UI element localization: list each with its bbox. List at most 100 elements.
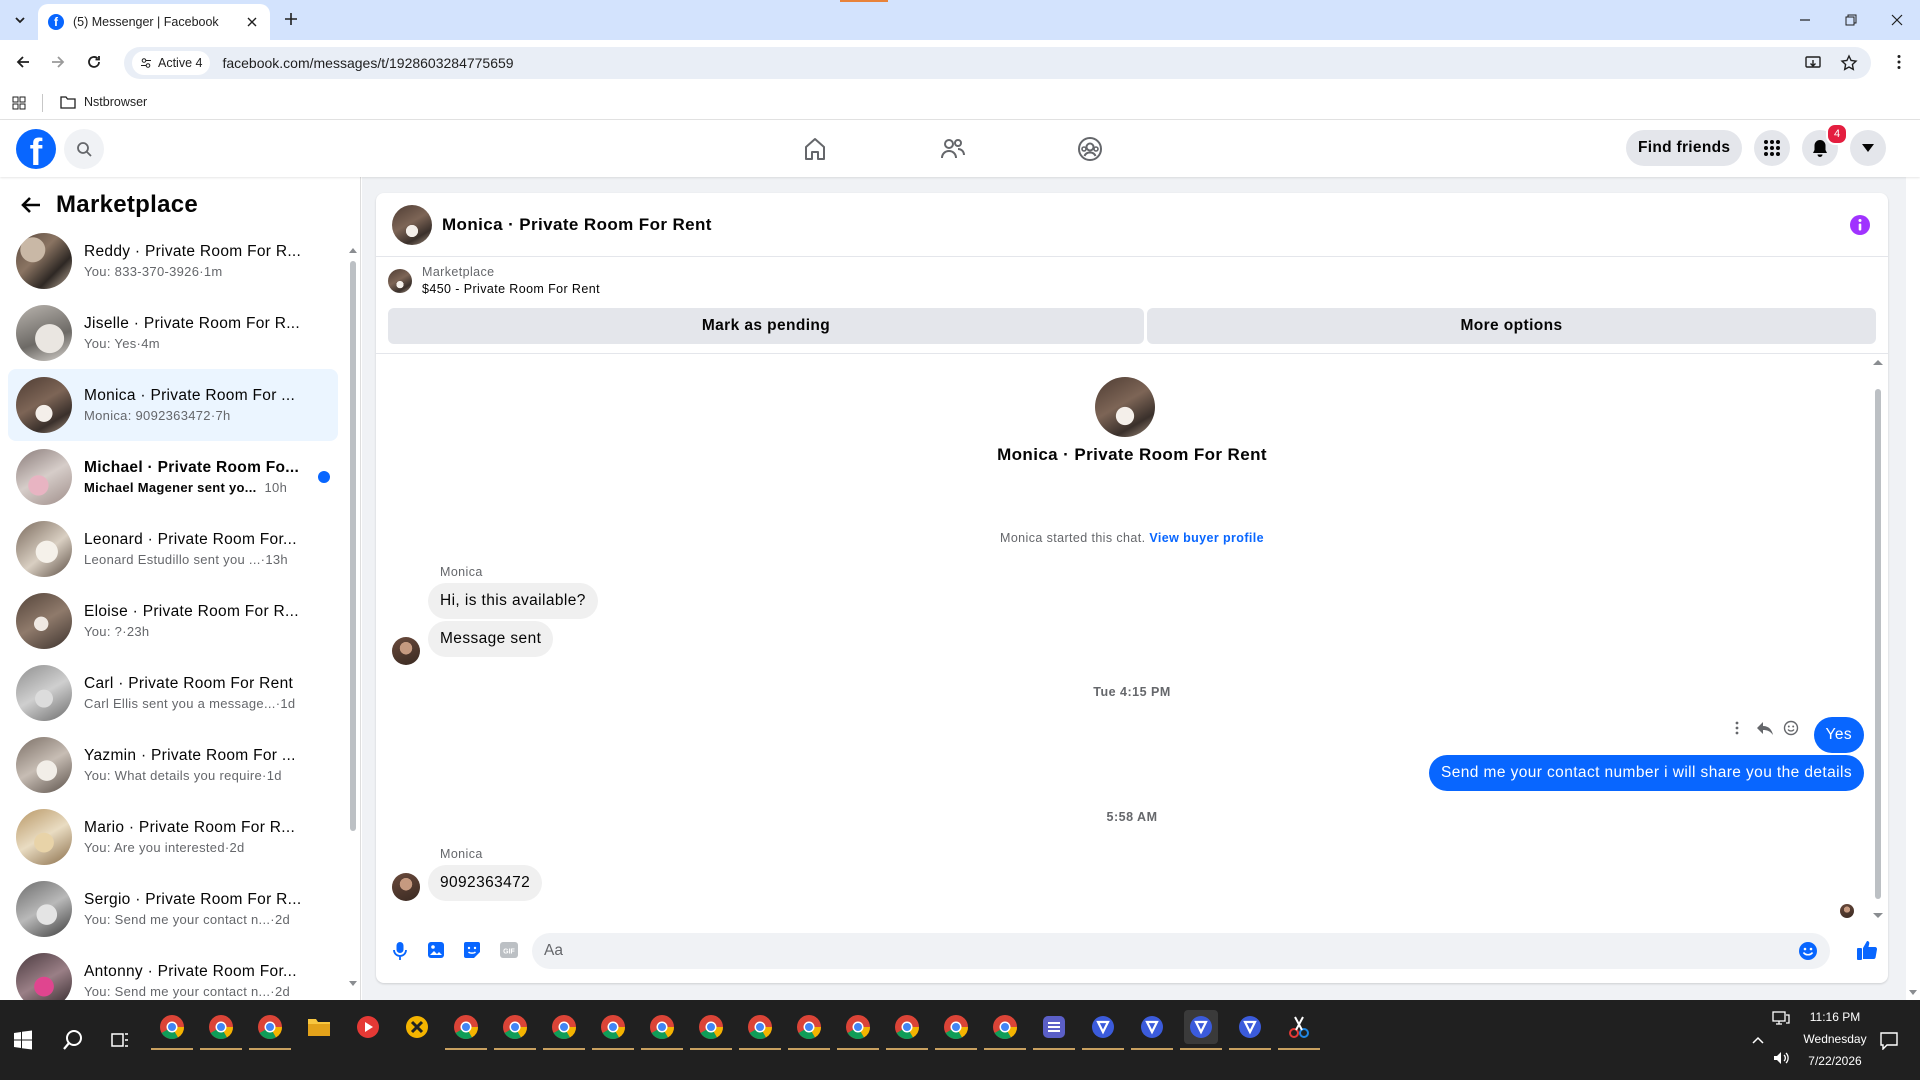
profile-avatar[interactable] xyxy=(1095,377,1155,437)
info-icon[interactable] xyxy=(1850,215,1870,235)
minimize-button[interactable] xyxy=(1782,0,1828,40)
nstbrowser-icon[interactable] xyxy=(1229,1010,1271,1050)
conversation-item[interactable]: Reddy · Private Room For R... You: 833-37… xyxy=(8,225,338,297)
nstbrowser-icon[interactable] xyxy=(1131,1010,1173,1050)
chrome-app-icon[interactable] xyxy=(690,1010,732,1050)
conversation-item[interactable]: Mario · Private Room For R... You: Are yo… xyxy=(8,801,338,873)
new-tab-button[interactable] xyxy=(282,10,300,28)
nstbrowser-icon[interactable] xyxy=(1082,1010,1124,1050)
emoji-icon[interactable] xyxy=(1798,941,1818,961)
restore-button[interactable] xyxy=(1828,0,1874,40)
listing-info[interactable]: Marketplace $450 - Private Room For Rent xyxy=(388,265,600,296)
start-button[interactable] xyxy=(6,1023,40,1057)
bookmark-folder[interactable]: Nstbrowser xyxy=(60,95,147,109)
scrollbar-thumb[interactable] xyxy=(350,261,356,831)
friends-icon[interactable] xyxy=(940,136,966,162)
forward-button[interactable] xyxy=(49,53,67,71)
like-thumb-icon[interactable] xyxy=(1856,939,1878,961)
close-window-button[interactable] xyxy=(1874,0,1920,40)
conversation-item[interactable]: Antonny · Private Room For... You: Send m… xyxy=(8,945,338,1000)
snipping-tool-icon[interactable] xyxy=(1278,1010,1320,1050)
conversation-item[interactable]: Yazmin · Private Room For ... You: What d… xyxy=(8,729,338,801)
browser-menu-icon[interactable] xyxy=(1890,53,1908,71)
chrome-app-icon[interactable] xyxy=(494,1010,536,1050)
chrome-app-icon[interactable] xyxy=(641,1010,683,1050)
chat-avatar[interactable] xyxy=(392,204,432,245)
search-button[interactable] xyxy=(64,129,104,169)
message-input[interactable]: Aa xyxy=(532,933,1830,969)
chrome-app-icon[interactable] xyxy=(249,1010,291,1050)
conversation-item[interactable]: Jiselle · Private Room For R... You: Yes ·… xyxy=(8,297,338,369)
conversation-item[interactable]: Leonard · Private Room For... Leonard Est… xyxy=(8,513,338,585)
install-app-icon[interactable] xyxy=(1804,54,1822,72)
conversation-item[interactable]: Carl · Private Room For Rent Carl Ellis s… xyxy=(8,657,338,729)
sticker-icon[interactable] xyxy=(463,941,481,959)
task-view-button[interactable] xyxy=(103,1023,137,1057)
view-buyer-profile-link[interactable]: View buyer profile xyxy=(1149,531,1264,545)
browser-tab[interactable]: f (5) Messenger | Facebook xyxy=(38,4,270,40)
groups-icon[interactable] xyxy=(1077,136,1103,162)
scrollbar-thumb[interactable] xyxy=(1875,389,1881,899)
back-button[interactable] xyxy=(14,53,32,71)
show-hidden-icons[interactable] xyxy=(1752,1036,1764,1044)
chrome-app-icon[interactable] xyxy=(935,1010,977,1050)
account-button[interactable] xyxy=(1850,130,1886,166)
sender-avatar[interactable] xyxy=(392,637,420,665)
facebook-logo-icon[interactable]: f xyxy=(16,129,56,169)
clock-day[interactable]: Wednesday xyxy=(1795,1032,1875,1046)
chrome-app-icon[interactable] xyxy=(984,1010,1026,1050)
clock-date[interactable]: 7/22/2026 xyxy=(1795,1054,1875,1068)
chat-title[interactable]: Monica · Private Room For Rent xyxy=(442,215,712,235)
message-bubble-incoming[interactable]: Message sent xyxy=(428,621,554,657)
photo-icon[interactable] xyxy=(427,941,445,959)
message-bubble-incoming[interactable]: Hi, is this available? xyxy=(428,583,598,619)
microphone-icon[interactable] xyxy=(392,941,408,961)
site-info-chip[interactable]: Active 4 xyxy=(132,51,211,75)
conversation-item[interactable]: Sergio · Private Room For R... You: Send … xyxy=(8,873,338,945)
message-bubble-outgoing[interactable]: Send me your contact number i will share… xyxy=(1429,755,1864,791)
react-emoji-icon[interactable] xyxy=(1783,720,1799,736)
chrome-app-icon[interactable] xyxy=(788,1010,830,1050)
chrome-app-icon[interactable] xyxy=(543,1010,585,1050)
bookmark-star-icon[interactable] xyxy=(1840,54,1858,72)
sender-avatar[interactable] xyxy=(392,873,420,901)
chrome-app-icon[interactable] xyxy=(151,1010,193,1050)
search-taskbar-button[interactable] xyxy=(56,1023,90,1057)
chat-scrollbar[interactable] xyxy=(1872,359,1884,919)
app-icon[interactable] xyxy=(400,1010,434,1044)
home-icon[interactable] xyxy=(802,136,828,162)
back-arrow-icon[interactable] xyxy=(20,194,42,216)
sidebar-scrollbar[interactable] xyxy=(349,247,357,987)
apps-grid-icon[interactable] xyxy=(12,96,26,110)
notification-center-icon[interactable] xyxy=(1880,1032,1898,1050)
gif-icon[interactable]: GIF xyxy=(499,941,519,959)
mark-as-pending-button[interactable]: Mark as pending xyxy=(388,308,1144,344)
app-icon[interactable] xyxy=(1033,1010,1075,1050)
chrome-app-icon[interactable] xyxy=(739,1010,781,1050)
file-explorer-icon[interactable] xyxy=(302,1010,336,1044)
conversation-item-active[interactable]: Monica · Private Room For ... Monica: 909… xyxy=(8,369,338,441)
conversation-item[interactable]: Eloise · Private Room For R... You: ? · 23h xyxy=(8,585,338,657)
message-bubble-outgoing[interactable]: Yes xyxy=(1813,717,1864,753)
page-scrollbar[interactable] xyxy=(1906,120,1920,1000)
chrome-app-icon[interactable] xyxy=(445,1010,487,1050)
reload-button[interactable] xyxy=(85,53,103,71)
media-player-icon[interactable] xyxy=(351,1010,385,1044)
menu-button[interactable] xyxy=(1754,130,1790,166)
more-options-button[interactable]: More options xyxy=(1147,308,1876,344)
more-actions-icon[interactable] xyxy=(1734,720,1740,736)
message-bubble-incoming[interactable]: 9092363472 xyxy=(428,865,543,901)
find-friends-button[interactable]: Find friends xyxy=(1626,130,1743,166)
chrome-app-icon[interactable] xyxy=(837,1010,879,1050)
nstbrowser-icon-active[interactable] xyxy=(1180,1010,1222,1050)
clock-time[interactable]: 11:16 PM xyxy=(1800,1010,1870,1024)
volume-icon[interactable] xyxy=(1772,1050,1790,1066)
network-icon[interactable] xyxy=(1772,1010,1790,1026)
chrome-app-icon[interactable] xyxy=(592,1010,634,1050)
reply-icon[interactable] xyxy=(1756,720,1774,736)
close-tab-icon[interactable] xyxy=(244,14,260,30)
conversation-item-unread[interactable]: Michael · Private Room Fo... Michael Mage… xyxy=(8,441,338,513)
tab-search-button[interactable] xyxy=(8,8,32,32)
address-bar[interactable]: Active 4 facebook.com/messages/t/1928603… xyxy=(124,47,1871,79)
chrome-app-icon[interactable] xyxy=(200,1010,242,1050)
